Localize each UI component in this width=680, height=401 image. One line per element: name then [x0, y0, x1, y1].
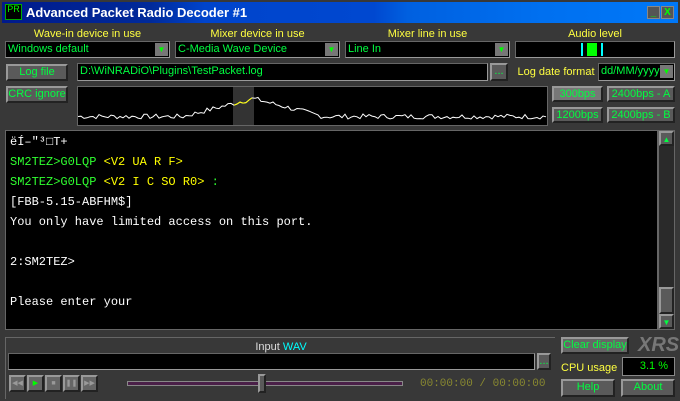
scroll-up-icon[interactable]: ▲: [659, 131, 674, 146]
terminal-line: You only have limited access on this por…: [10, 214, 657, 234]
pause-button[interactable]: ❚❚: [63, 375, 80, 392]
spectrum-trace-highlight: [233, 97, 253, 106]
minimize-button[interactable]: _: [647, 6, 660, 19]
log-date-label: Log date format: [517, 66, 595, 78]
log-path-field[interactable]: D:\WiNRADiO\Plugins\TestPacket.log: [77, 63, 488, 81]
baud-300-button[interactable]: 300bps: [552, 86, 603, 102]
help-button[interactable]: Help: [561, 379, 615, 397]
app-logo-icon: PR: [5, 4, 22, 20]
title-bar: Advanced Packet Radio Decoder #1: [2, 2, 678, 23]
rewind-button[interactable]: ◀◀: [9, 375, 26, 392]
terminal-scrollbar[interactable]: ▲ ▼: [658, 130, 675, 330]
chevron-down-icon: ▼: [325, 43, 338, 56]
line-value: Line In: [348, 43, 382, 55]
log-date-dropdown[interactable]: dd/MM/yyyy ▼: [598, 63, 675, 81]
mixer-dropdown[interactable]: C-Media Wave Device ▼: [175, 41, 340, 58]
audio-level-label: Audio level: [568, 28, 622, 40]
terminal-text: 2:SM2TEZ>: [10, 255, 75, 269]
terminal-line: SM2TEZ>G0LQP <V2 UA R F>: [10, 154, 657, 174]
terminal-text: [FBB-5.15-ABFHM$]: [10, 195, 133, 209]
wav-file-field[interactable]: [8, 353, 535, 370]
spectrum-trace: [78, 96, 547, 120]
scroll-down-icon[interactable]: ▼: [659, 314, 674, 329]
terminal-output[interactable]: ëÍ–″³□T+ SM2TEZ>G0LQP <V2 UA R F> SM2TEZ>G…: [5, 130, 658, 330]
terminal-text: ëÍ–″³□T+: [10, 135, 68, 149]
baud-1200-button[interactable]: 1200bps: [552, 107, 603, 123]
line-label: Mixer line in use: [387, 28, 468, 40]
terminal-text: You only have limited access on this por…: [10, 215, 313, 229]
chevron-down-icon: ▼: [495, 43, 508, 56]
stop-button[interactable]: ■: [45, 375, 62, 392]
terminal-line: [FBB-5.15-ABFHM$]: [10, 194, 657, 214]
scroll-thumb[interactable]: [659, 287, 674, 314]
log-file-button[interactable]: Log file: [6, 64, 68, 81]
crc-ignore-button[interactable]: CRC ignore: [6, 86, 68, 103]
wav-browse-button[interactable]: ...: [537, 353, 551, 370]
terminal-text: <V2 I C SO R0>: [103, 175, 205, 189]
cpu-usage-value: 3.1 %: [622, 357, 675, 376]
line-dropdown[interactable]: Line In ▼: [345, 41, 510, 58]
terminal-text: Please enter your: [10, 295, 133, 309]
input-label: Input: [255, 341, 280, 353]
close-button[interactable]: X: [661, 6, 674, 19]
terminal-text: SM2TEZ>G0LQP: [10, 175, 104, 189]
terminal-line: ëÍ–″³□T+: [10, 134, 657, 154]
mixer-label: Mixer device in use: [210, 28, 305, 40]
log-date-value: dd/MM/yyyy: [601, 65, 660, 77]
terminal-line: Please enter your: [10, 294, 657, 314]
wavein-value: Windows default: [8, 43, 89, 55]
audio-level-meter: [515, 41, 675, 58]
xrs-logo: XRS: [638, 334, 680, 356]
time-display: 00:00:00 / 00:00:00: [420, 378, 546, 390]
chevron-down-icon: ▼: [660, 65, 673, 78]
clear-display-button[interactable]: Clear display: [561, 337, 629, 354]
wav-label: WAV: [282, 341, 307, 353]
chevron-down-icon: ▼: [155, 43, 168, 56]
window-title: Advanced Packet Radio Decoder #1: [26, 5, 248, 20]
terminal-text: :: [204, 175, 219, 189]
baud-2400b-button[interactable]: 2400bps - B: [607, 107, 675, 123]
cpu-usage-label: CPU usage: [561, 362, 618, 374]
fast-forward-button[interactable]: ▶▶: [81, 375, 98, 392]
mixer-value: C-Media Wave Device: [178, 43, 288, 55]
terminal-text: <V2 UA R F>: [103, 155, 183, 169]
seek-thumb[interactable]: [258, 374, 266, 393]
terminal-line: 2:SM2TEZ>: [10, 254, 657, 274]
terminal-line: SM2TEZ>G0LQP <V2 I C SO R0> :: [10, 174, 657, 194]
baud-2400a-button[interactable]: 2400bps - A: [607, 86, 675, 102]
spectrum-display: [77, 86, 548, 126]
terminal-text: SM2TEZ>G0LQP: [10, 155, 104, 169]
log-browse-button[interactable]: ...: [490, 63, 508, 81]
wavein-dropdown[interactable]: Windows default ▼: [5, 41, 170, 58]
wavein-label: Wave-in device in use: [33, 28, 142, 40]
about-button[interactable]: About: [621, 379, 675, 397]
play-button[interactable]: ▶: [27, 375, 44, 392]
